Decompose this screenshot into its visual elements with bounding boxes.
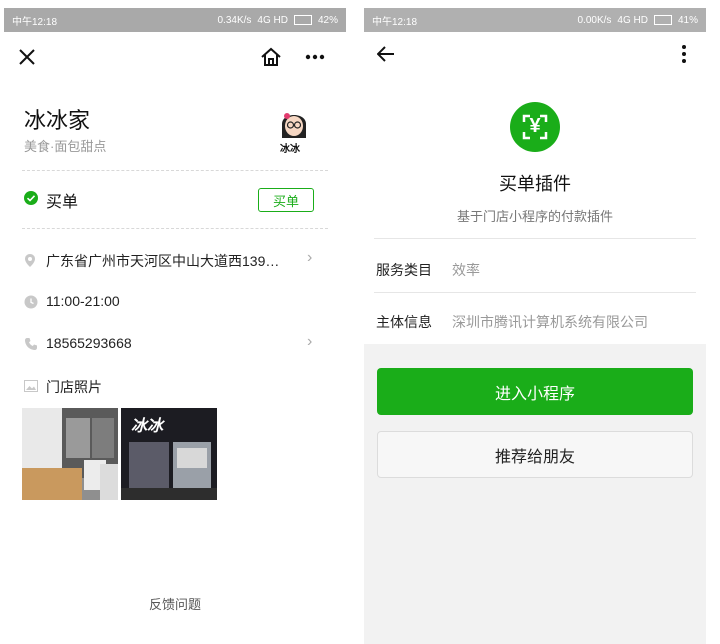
service-category-label: 服务类目 [376,262,432,278]
plugin-subtitle: 基于门店小程序的付款插件 [456,209,613,224]
store-photo[interactable] [22,408,118,500]
entity-info-label: 主体信息 [376,314,432,330]
service-category-value: 效率 [452,262,480,278]
more-vertical-icon[interactable] [670,40,698,68]
battery-icon [293,15,312,25]
pay-button[interactable]: 买单 [258,188,314,212]
store-name: 冰冰家 [24,108,91,133]
network-speed: 0.34K/s [217,14,252,26]
phone-icon [24,337,38,351]
status-time: 中午12:18 [12,16,58,28]
network-speed: 0.00K/s [577,14,612,26]
close-icon[interactable] [14,44,40,70]
battery-level: 41% [677,14,698,26]
status-bar: 中午12:18 0.00K/s 4G HD 41% [364,8,706,32]
status-bar: 中午12:18 0.34K/s 4G HD 42% [4,8,346,32]
store-page-screen: 中午12:18 0.34K/s 4G HD 42% 冰冰家 美食·面包甜点 冰冰 [4,8,346,644]
recommend-to-friend-button[interactable]: 推荐给朋友 [377,431,693,478]
plugin-info-panel: ¥ 买单插件 基于门店小程序的付款插件 服务类目 效率 主体信息 深圳市腾讯计算… [364,32,706,344]
signal-indicator: 4G HD [257,14,288,26]
clock-icon [24,295,38,309]
battery-level: 42% [317,14,338,26]
shop-sign-text: 冰冰 [131,418,164,435]
feedback-link[interactable]: 反馈问题 [4,594,346,613]
divider [374,292,696,293]
photos-label: 门店照片 [46,379,102,395]
store-category: 美食·面包甜点 [24,139,107,154]
back-arrow-icon[interactable] [372,40,400,68]
more-icon[interactable] [302,44,328,70]
store-avatar[interactable]: 冰冰 [270,104,318,155]
pay-check-icon [24,191,38,205]
battery-icon [653,15,672,25]
location-icon [24,253,38,267]
divider [22,170,328,171]
store-photo[interactable]: 冰冰 [121,408,217,500]
hours-text: 11:00-21:00 [46,293,120,309]
phone-number[interactable]: 18565293668 [46,335,132,351]
status-time: 中午12:18 [372,16,418,28]
image-icon [24,379,38,393]
chevron-right-icon: › [307,249,313,266]
pay-label: 买单 [46,194,79,211]
plugin-logo-icon: ¥ [510,102,560,152]
address-text[interactable]: 广东省广州市天河区中山大道西139… [46,251,279,271]
divider [22,228,328,229]
nav-bar [4,32,346,82]
plugin-screen: 中午12:18 0.00K/s 4G HD 41% ¥ 买单插件 基于门店小程序… [364,8,706,644]
home-icon[interactable] [258,44,284,70]
divider [374,238,696,239]
enter-miniprogram-button[interactable]: 进入小程序 [377,368,693,415]
avatar-text: 冰冰 [280,144,300,155]
plugin-title: 买单插件 [499,174,571,194]
yen-symbol: ¥ [529,115,541,137]
chevron-right-icon: › [307,333,313,350]
signal-indicator: 4G HD [617,14,648,26]
entity-info-value: 深圳市腾讯计算机系统有限公司 [452,314,648,330]
